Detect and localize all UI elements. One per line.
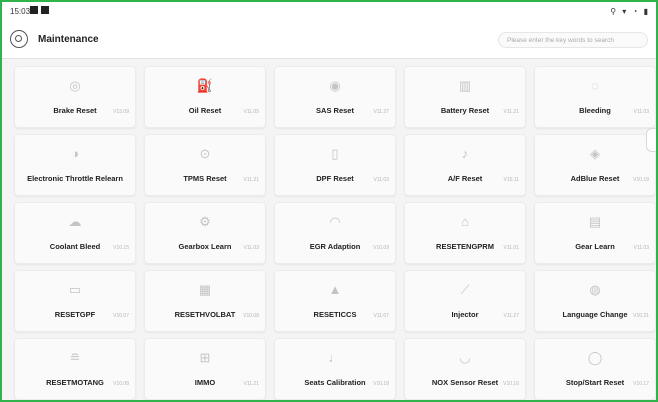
oil-can-icon: ⛽: [196, 78, 214, 93]
function-tile[interactable]: ◍ Language Change V10.21: [534, 270, 656, 332]
function-tile[interactable]: ⊙ TPMS Reset V11.21: [144, 134, 266, 196]
tile-version: V11.27: [373, 109, 389, 115]
function-tile[interactable]: ⟋ Injector V11.27: [404, 270, 526, 332]
function-tile[interactable]: ♪ A/F Reset V10.11: [404, 134, 526, 196]
egr-icon: ◠: [329, 214, 341, 229]
function-tile[interactable]: ▤ Gear Learn V11.03: [534, 202, 656, 264]
status-bar: 15:03 ⚲ ▾ ◔ ▮: [2, 2, 656, 22]
function-grid: ◎ Brake Reset V13.09 ⛽ Oil Reset V11.05 ◉ SAS R…: [14, 66, 656, 400]
tile-version: V10.08: [243, 313, 259, 319]
function-tile[interactable]: ⌂ RESETENGPRM V11.01: [404, 202, 526, 264]
tile-version: V11.03: [243, 245, 259, 251]
function-tile[interactable]: ⚙ Gearbox Learn V11.03: [144, 202, 266, 264]
function-tile[interactable]: ☁ Coolant Bleed V10.15: [14, 202, 136, 264]
tile-version: V10.16: [503, 381, 519, 387]
seat-icon: ♩: [328, 350, 342, 365]
system-status-icons: ⚲ ▾ ◔ ▮: [610, 7, 650, 16]
adblue-icon: ◈: [590, 146, 600, 161]
tire-pressure-icon: ⊙: [199, 146, 211, 161]
function-tile[interactable]: ▯ DPF Reset V11.03: [274, 134, 396, 196]
function-tile[interactable]: ◠ EGR Adaption V10.09: [274, 202, 396, 264]
function-tile[interactable]: ⊞ IMMO V11.21: [144, 338, 266, 400]
tile-version: V10.18: [633, 177, 649, 183]
function-tile[interactable]: ◑ Electronic Throttle Relearn: [14, 134, 136, 196]
header-bar: Maintenance Please enter the key words t…: [2, 22, 656, 59]
stop-start-icon: ◯: [587, 350, 603, 365]
tile-version: V10.08: [113, 381, 129, 387]
af-sensor-icon: ♪: [461, 146, 469, 161]
immo-key-icon: ⊞: [199, 350, 211, 365]
notification-icons: [30, 6, 49, 14]
function-tile[interactable]: ◎ Brake Reset V13.09: [14, 66, 136, 128]
tile-label: Electronic Throttle Relearn: [27, 174, 123, 183]
function-tile[interactable]: ◈ AdBlue Reset V10.18: [534, 134, 656, 196]
injector-icon: ⟋: [460, 282, 470, 297]
throttle-icon: ◑: [71, 146, 79, 161]
page-title: Maintenance: [38, 34, 99, 45]
engine-icon: ⌂: [461, 214, 469, 229]
gear-learn-icon: ▤: [588, 214, 602, 229]
function-tile[interactable]: ≘ RESETMOTANG V10.08: [14, 338, 136, 400]
language-icon: ◍: [589, 282, 601, 297]
dpf-icon: ▯: [331, 146, 339, 161]
gpf-icon: ▭: [68, 282, 82, 297]
tile-version: V11.27: [503, 313, 519, 319]
tile-version: V11.21: [243, 381, 259, 387]
bleeding-icon: ◌: [591, 78, 599, 93]
function-tile[interactable]: ▦ RESETHVOLBAT V10.08: [144, 270, 266, 332]
tile-version: V11.03: [373, 177, 389, 183]
tile-version: V10.17: [633, 381, 649, 387]
function-tile[interactable]: ▲ RESETICCS V11.07: [274, 270, 396, 332]
function-tile[interactable]: ▭ RESETGPF V10.07: [14, 270, 136, 332]
coolant-icon: ☁: [68, 214, 82, 229]
tile-version: V10.15: [113, 245, 129, 251]
tile-version: V10.09: [373, 245, 389, 251]
tile-version: V10.11: [503, 177, 519, 183]
tile-version: V11.05: [243, 109, 259, 115]
brake-icon: ◎: [69, 78, 81, 93]
app-window: 15:03 ⚲ ▾ ◔ ▮ Maintenance Please enter t…: [0, 0, 658, 402]
function-tile[interactable]: ◯ Stop/Start Reset V10.17: [534, 338, 656, 400]
steering-wheel-icon: ◉: [329, 78, 341, 93]
clock: 15:03: [10, 7, 31, 16]
function-tile[interactable]: ◡ NOX Sensor Reset V10.16: [404, 338, 526, 400]
home-icon[interactable]: [10, 30, 28, 48]
function-tile[interactable]: ▥ Battery Reset V11.21: [404, 66, 526, 128]
motor-angle-icon: ≘: [69, 350, 81, 365]
side-drawer-handle[interactable]: [646, 128, 656, 152]
hv-battery-icon: ▦: [198, 282, 212, 297]
gearbox-icon: ⚙: [199, 214, 211, 229]
tile-version: V11.01: [503, 245, 519, 251]
battery-icon: ▥: [458, 78, 472, 93]
function-tile[interactable]: ◌ Bleeding V11.03: [534, 66, 656, 128]
function-tile[interactable]: ◉ SAS Reset V11.27: [274, 66, 396, 128]
function-tile[interactable]: ♩ Seats Calibration V10.18: [274, 338, 396, 400]
iccs-icon: ▲: [328, 282, 342, 297]
tile-version: V11.21: [243, 177, 259, 183]
tile-version: V11.03: [633, 245, 649, 251]
search-input[interactable]: Please enter the key words to search: [498, 32, 648, 48]
tile-version: V10.21: [633, 313, 649, 319]
tile-version: V11.03: [633, 109, 649, 115]
tile-version: V11.21: [503, 109, 519, 115]
function-tile[interactable]: ⛽ Oil Reset V11.05: [144, 66, 266, 128]
tile-version: V10.07: [113, 313, 129, 319]
tile-version: V11.07: [373, 313, 389, 319]
tile-version: V13.09: [113, 109, 129, 115]
tile-version: V10.18: [373, 381, 389, 387]
nox-sensor-icon: ◡: [459, 350, 471, 365]
